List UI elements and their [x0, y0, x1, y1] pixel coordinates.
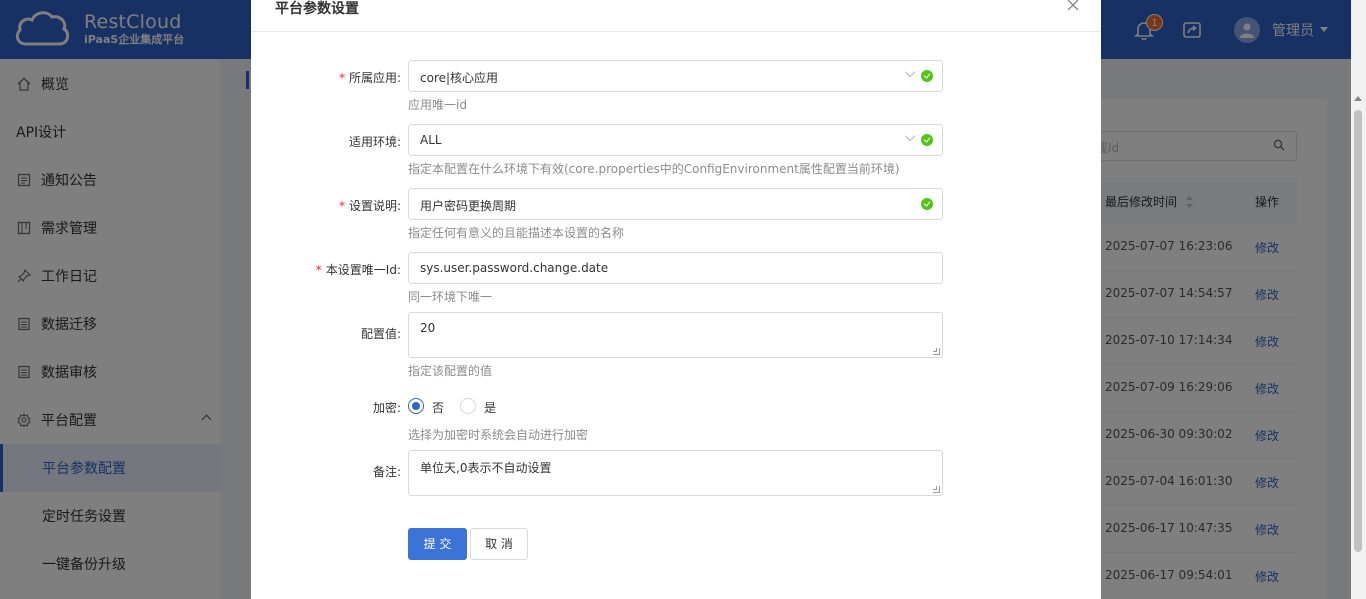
encrypt-field-label: 加密:	[372, 401, 401, 415]
value-help: 指定该配置的值	[408, 364, 493, 378]
app-field-label: * 所属应用:	[241, 69, 401, 86]
resize-handle-icon[interactable]	[933, 486, 940, 493]
env-help: 指定本配置在什么环境下有效(core.properties中的ConfigEnv…	[408, 162, 900, 176]
valid-check-icon	[921, 198, 933, 210]
app-select-value: core|核心应用	[420, 71, 499, 85]
desc-label-text: 设置说明:	[348, 199, 401, 213]
encrypt-yes-label[interactable]: 是	[484, 399, 496, 416]
remark-textarea-value: 单位天,0表示不自动设置	[420, 461, 552, 475]
app-label-text: 所属应用:	[348, 71, 401, 85]
key-field-label: * 本设置唯一Id:	[241, 261, 401, 278]
resize-handle-icon[interactable]	[933, 348, 940, 355]
scrollbar-thumb[interactable]	[1354, 110, 1362, 552]
value-field-label: 配置值:	[360, 327, 401, 341]
value-textarea[interactable]: 20	[408, 312, 943, 358]
remark-field-label: 备注:	[372, 465, 401, 479]
cancel-button[interactable]: 取 消	[470, 528, 528, 560]
chevron-down-icon	[904, 130, 916, 142]
desc-input[interactable]: 用户密码更换周期	[408, 188, 943, 220]
desc-field-label: * 设置说明:	[241, 197, 401, 214]
valid-check-icon	[921, 134, 933, 146]
remark-textarea[interactable]: 单位天,0表示不自动设置	[408, 450, 943, 496]
platform-param-dialog: 平台参数设置 * 所属应用: core|核心应用 应用唯一id 适用环境: ALL…	[251, 0, 1101, 599]
key-help: 同一环境下唯一	[408, 290, 493, 304]
required-mark: *	[338, 199, 345, 213]
dialog-divider	[251, 31, 1101, 32]
encrypt-no-radio[interactable]	[408, 398, 424, 414]
required-mark: *	[315, 263, 322, 277]
app-select[interactable]: core|核心应用	[408, 60, 943, 92]
encrypt-no-label[interactable]: 否	[432, 399, 444, 416]
key-label-text: 本设置唯一Id:	[325, 263, 401, 277]
value-textarea-value: 20	[420, 321, 436, 335]
encrypt-help: 选择为加密时系统会自动进行加密	[408, 428, 589, 442]
key-input-value: sys.user.password.change.date	[420, 261, 609, 275]
desc-input-value: 用户密码更换周期	[420, 199, 517, 213]
env-select[interactable]: ALL	[408, 124, 943, 156]
scroll-up-icon[interactable]	[1354, 96, 1362, 101]
env-field-label: 适用环境:	[348, 135, 401, 149]
valid-check-icon	[921, 70, 933, 82]
chevron-down-icon	[904, 66, 916, 78]
env-select-value: ALL	[420, 133, 442, 147]
app-help: 应用唯一id	[408, 98, 467, 112]
required-mark: *	[338, 71, 345, 85]
submit-button[interactable]: 提 交	[408, 528, 467, 560]
desc-help: 指定任何有意义的且能描述本设置的名称	[408, 226, 625, 240]
encrypt-yes-radio[interactable]	[460, 398, 476, 414]
close-icon[interactable]	[1066, 0, 1080, 12]
key-input[interactable]: sys.user.password.change.date	[408, 252, 943, 284]
dialog-title: 平台参数设置	[275, 1, 359, 17]
